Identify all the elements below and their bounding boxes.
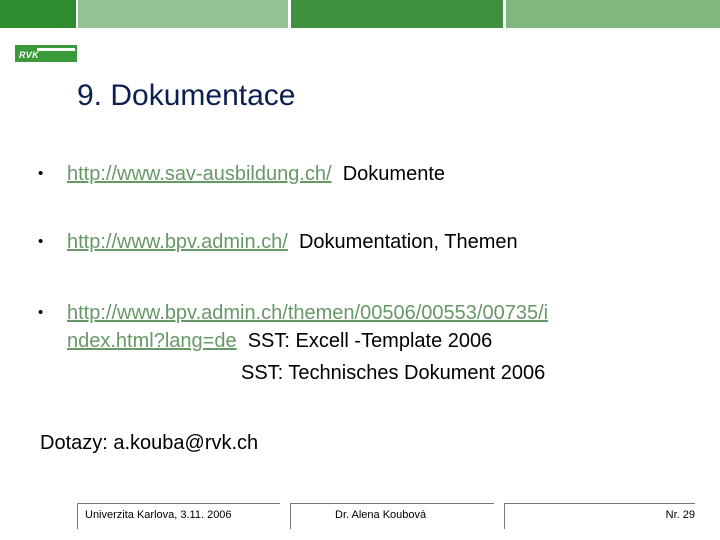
footer-date: Univerzita Karlova, 3.11. 2006 <box>85 509 232 521</box>
logo-stripe <box>37 48 75 51</box>
link-bpv-themen-line-1[interactable]: http://www.bpv.admin.ch/themen/00506/005… <box>67 302 548 324</box>
top-color-bar <box>0 0 720 28</box>
item-description: Dokumentation, Themen <box>298 231 518 253</box>
list-item: • http://www.sav-ausbildung.ch/ Dokument… <box>38 161 678 187</box>
logo-text: RVK <box>19 50 39 60</box>
item-description: Dokumente <box>342 163 445 185</box>
footer-author: Dr. Alena Koubová <box>335 509 427 521</box>
top-bar-segment-4 <box>506 0 720 28</box>
contact-line: Dotazy: a.kouba@rvk.ch <box>40 432 259 454</box>
page-number: Nr. 29 <box>665 509 695 521</box>
top-bar-segment-3 <box>291 0 503 28</box>
bullet-icon: • <box>38 304 44 321</box>
item-description-2: SST: Technisches Dokument 2006 <box>241 362 546 384</box>
top-bar-segment-2 <box>78 0 288 28</box>
link-bpv-themen-line-2[interactable]: ndex.html?lang=de <box>67 330 237 352</box>
list-item: • http://www.bpv.admin.ch/ Dokumentation… <box>38 229 678 255</box>
bullet-icon: • <box>38 165 44 182</box>
rvk-logo: RVK <box>15 45 77 62</box>
list-item: • http://www.bpv.admin.ch/themen/00506/0… <box>38 300 678 386</box>
top-bar-segment-1 <box>0 0 76 28</box>
link-sav-ausbildung[interactable]: http://www.sav-ausbildung.ch/ <box>67 163 332 185</box>
item-description: SST: Excell -Template 2006 <box>247 330 493 352</box>
footer-right: Nr. 29 <box>504 503 695 529</box>
bullet-icon: • <box>38 233 44 250</box>
footer-left: Univerzita Karlova, 3.11. 2006 <box>77 503 280 529</box>
link-bpv-admin[interactable]: http://www.bpv.admin.ch/ <box>67 231 288 253</box>
page-title: 9. Dokumentace <box>77 79 296 112</box>
footer-center: Dr. Alena Koubová <box>290 503 494 529</box>
